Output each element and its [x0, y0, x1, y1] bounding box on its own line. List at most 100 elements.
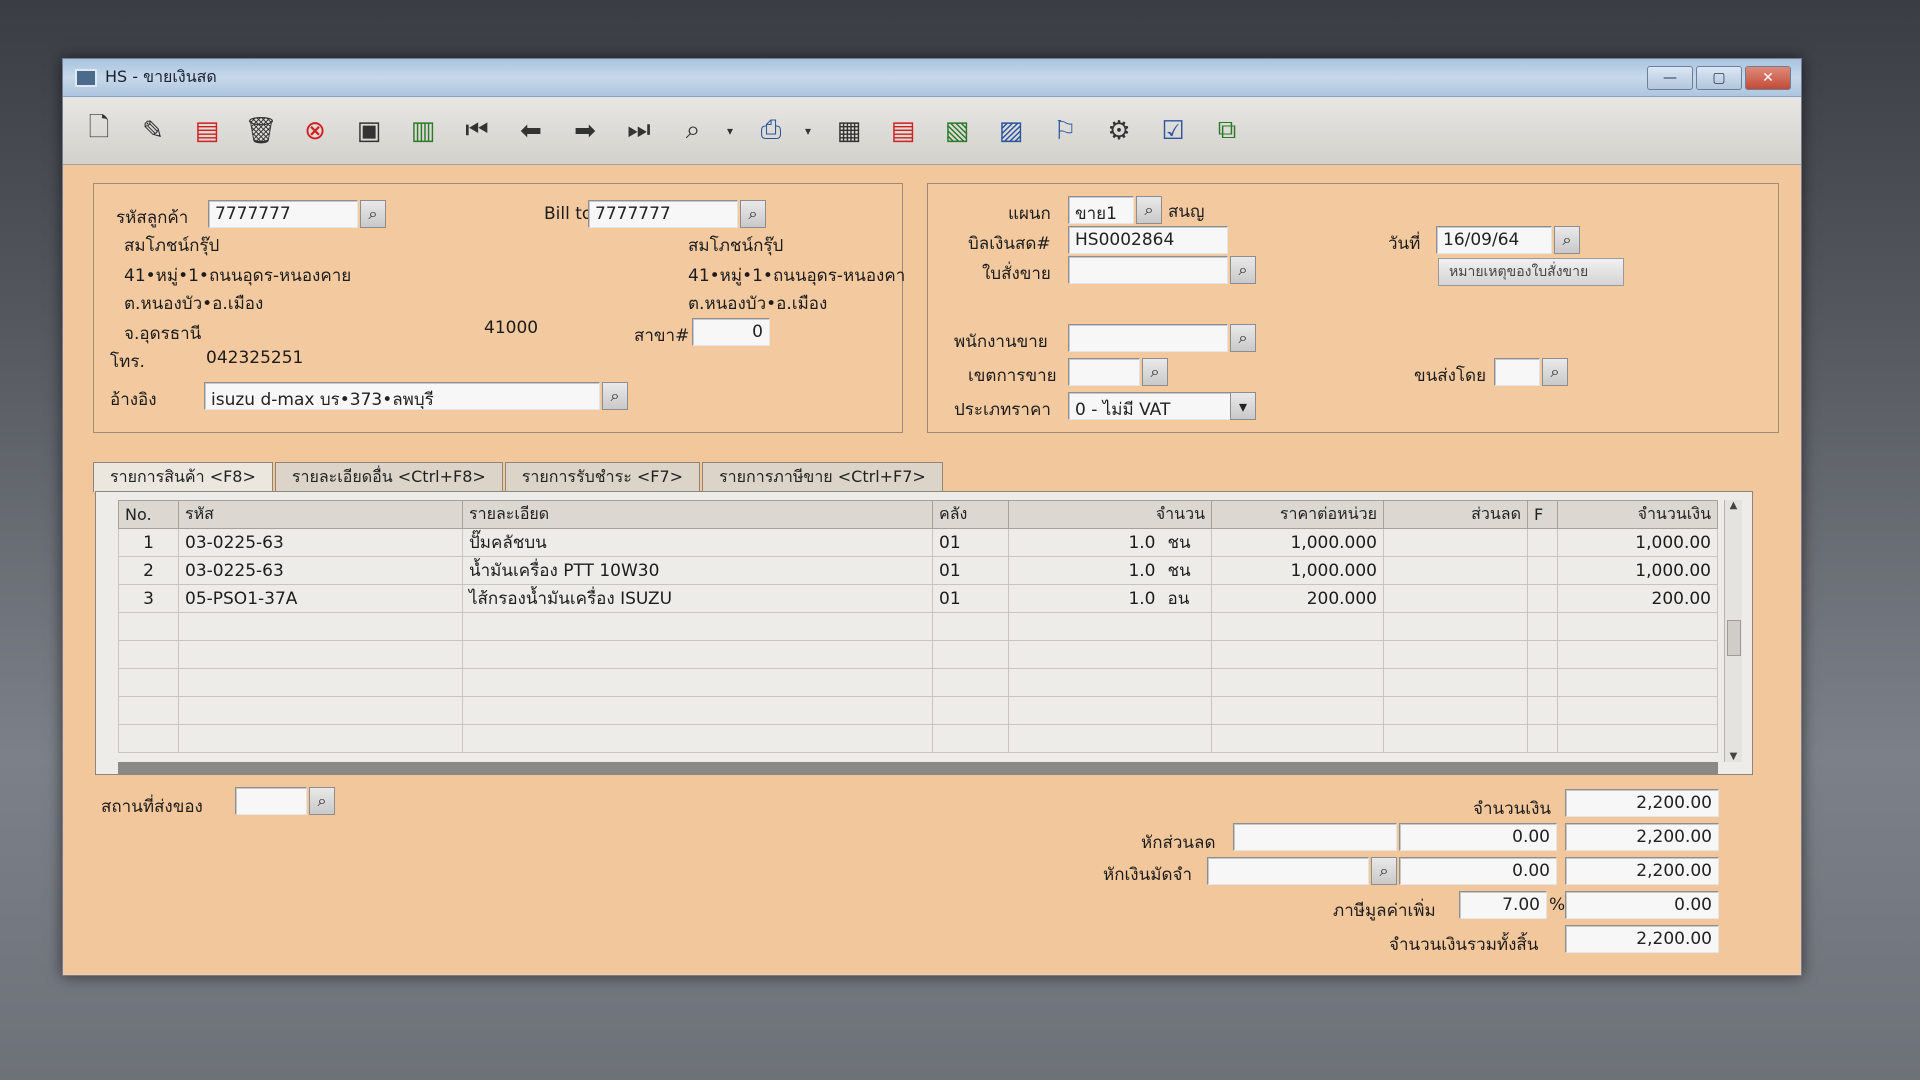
- ship-by-field[interactable]: [1494, 358, 1540, 386]
- edit-icon[interactable]: ✎: [133, 111, 173, 151]
- customer-code-label: รหัสลูกค้า: [116, 208, 189, 228]
- minimize-button[interactable]: —: [1647, 65, 1693, 90]
- void-icon[interactable]: ▤: [187, 111, 227, 151]
- col-no[interactable]: No.: [118, 500, 179, 529]
- print-icon[interactable]: ⎙: [751, 111, 791, 151]
- search-icon[interactable]: ⌕: [740, 200, 766, 228]
- order-field[interactable]: [1068, 256, 1228, 284]
- ship-place-field[interactable]: [235, 787, 307, 815]
- books-icon[interactable]: ▥: [403, 111, 443, 151]
- area-field[interactable]: [1068, 358, 1140, 386]
- cell-discount: [1383, 584, 1528, 613]
- vertical-scrollbar[interactable]: ▲ ▼: [1724, 500, 1742, 762]
- search-icon[interactable]: ⌕: [1542, 358, 1568, 386]
- chevron-down-icon[interactable]: ▾: [805, 124, 815, 138]
- ok-icon[interactable]: ☑: [1153, 111, 1193, 151]
- salesman-field[interactable]: [1068, 324, 1228, 352]
- cell-code: 03-0225-63: [178, 556, 463, 585]
- search-icon[interactable]: ⌕: [1371, 857, 1397, 885]
- customer-postcode: 41000: [484, 318, 539, 338]
- customer-code-field[interactable]: 7777777: [208, 200, 358, 228]
- title-bar[interactable]: HS - ขายเงินสด — ▢ ✕: [63, 59, 1801, 97]
- deposit-ref-field[interactable]: [1207, 857, 1369, 885]
- scroll-down-icon[interactable]: ▼: [1725, 751, 1742, 762]
- items-grid-panel: No. รหัส รายละเอียด คลัง จำนวน ราคาต่อหน…: [95, 491, 1753, 775]
- branch-field[interactable]: 0: [692, 318, 770, 346]
- cell-no: 2: [118, 556, 179, 585]
- vat-rate-field[interactable]: 7.00: [1459, 891, 1547, 919]
- chevron-down-icon[interactable]: ▾: [1230, 392, 1256, 420]
- col-unit-price[interactable]: ราคาต่อหน่วย: [1211, 500, 1384, 529]
- scroll-thumb[interactable]: [1727, 620, 1741, 656]
- table-row-empty[interactable]: [118, 640, 1718, 669]
- tab-payments[interactable]: รายการรับชำระ <F7>: [504, 462, 701, 492]
- discount-percent-field[interactable]: [1233, 823, 1397, 851]
- calc-icon[interactable]: ▦: [829, 111, 869, 151]
- tab-sales-tax[interactable]: รายการภาษีขาย <Ctrl+F7>: [702, 462, 943, 492]
- table-row[interactable]: 3 05-PSO1-37A ไส้กรองน้ำมันเครื่อง ISUZU…: [118, 584, 1718, 613]
- col-desc[interactable]: รายละเอียด: [462, 500, 933, 529]
- dept-field[interactable]: ขาย1: [1068, 196, 1134, 224]
- return-icon[interactable]: ▨: [991, 111, 1031, 151]
- cell-f: [1527, 584, 1558, 613]
- maximize-button[interactable]: ▢: [1696, 65, 1742, 90]
- app-icon: [75, 68, 97, 87]
- search-icon[interactable]: ⌕: [1230, 256, 1256, 284]
- prev-icon[interactable]: ⬅: [511, 111, 551, 151]
- save-icon[interactable]: ▣: [349, 111, 389, 151]
- tab-other-details[interactable]: รายละเอียดอื่น <Ctrl+F8>: [274, 462, 503, 492]
- billto-label: Bill to: [544, 204, 593, 224]
- horizontal-scrollbar[interactable]: [118, 762, 1718, 774]
- price-type-label: ประเภทราคา: [954, 400, 1051, 420]
- cancel-icon[interactable]: ⊗: [295, 111, 335, 151]
- customer-name: สมโภชน์กรุ๊ป: [124, 236, 220, 256]
- price-type-select[interactable]: 0 - ไม่มี VAT: [1068, 392, 1256, 420]
- search-icon[interactable]: ⌕: [360, 200, 386, 228]
- search-icon[interactable]: ⌕: [1230, 324, 1256, 352]
- col-f[interactable]: F: [1527, 500, 1558, 529]
- table-row[interactable]: 2 03-0225-63 น้ำมันเครื่อง PTT 10W30 01 …: [118, 556, 1718, 585]
- check-icon[interactable]: ⚙: [1099, 111, 1139, 151]
- chart-icon[interactable]: ▧: [937, 111, 977, 151]
- close-button[interactable]: ✕: [1745, 65, 1791, 90]
- chevron-down-icon[interactable]: ▾: [727, 124, 737, 138]
- cell-desc: ไส้กรองน้ำมันเครื่อง ISUZU: [462, 584, 933, 613]
- bill-label: บิลเงินสด#: [968, 234, 1051, 254]
- tab-bar: รายการสินค้า <F8> รายละเอียดอื่น <Ctrl+F…: [93, 462, 945, 492]
- col-amount[interactable]: จำนวนเงิน: [1557, 500, 1718, 529]
- order-note-button[interactable]: หมายเหตุของใบสั่งขาย: [1438, 258, 1624, 286]
- search-icon[interactable]: ⌕: [309, 787, 335, 815]
- table-row-empty[interactable]: [118, 724, 1718, 753]
- col-qty[interactable]: จำนวน: [1008, 500, 1212, 529]
- search-icon[interactable]: ⌕: [1554, 226, 1580, 254]
- table-row-empty[interactable]: [118, 612, 1718, 641]
- find-icon[interactable]: ⌕: [673, 111, 713, 151]
- next-icon[interactable]: ➡: [565, 111, 605, 151]
- table-row-empty[interactable]: [118, 668, 1718, 697]
- trash-icon[interactable]: 🗑: [241, 111, 281, 151]
- col-warehouse[interactable]: คลัง: [932, 500, 1009, 529]
- cell-no: 1: [118, 528, 179, 557]
- discount-field[interactable]: 0.00: [1399, 823, 1557, 851]
- customer-address1: 41•หมู่•1•ถนนอุดร-หนองคาย: [124, 266, 352, 286]
- date-field[interactable]: 16/09/64: [1436, 226, 1552, 254]
- new-icon[interactable]: 🗋: [79, 111, 119, 151]
- last-icon[interactable]: ⏭: [619, 111, 659, 151]
- search-icon[interactable]: ⌕: [1142, 358, 1168, 386]
- reference-field[interactable]: isuzu d-max บร•373•ลพบุรี: [204, 382, 600, 410]
- col-discount[interactable]: ส่วนลด: [1383, 500, 1528, 529]
- table-row[interactable]: 1 03-0225-63 ปั๊มคลัชบน 01 1.0 ชน 1,000.…: [118, 528, 1718, 557]
- first-icon[interactable]: ⏮: [457, 111, 497, 151]
- approve-icon[interactable]: ⚐: [1045, 111, 1085, 151]
- scroll-up-icon[interactable]: ▲: [1725, 500, 1742, 511]
- bill-number-field[interactable]: HS0002864: [1068, 226, 1228, 254]
- col-code[interactable]: รหัส: [178, 500, 463, 529]
- tab-items[interactable]: รายการสินค้า <F8>: [93, 462, 273, 492]
- deposit-field[interactable]: 0.00: [1399, 857, 1557, 885]
- network-icon[interactable]: ⧉: [1207, 111, 1247, 151]
- search-icon[interactable]: ⌕: [602, 382, 628, 410]
- report-icon[interactable]: ▤: [883, 111, 923, 151]
- table-row-empty[interactable]: [118, 696, 1718, 725]
- search-icon[interactable]: ⌕: [1136, 196, 1162, 224]
- billto-code-field[interactable]: 7777777: [588, 200, 738, 228]
